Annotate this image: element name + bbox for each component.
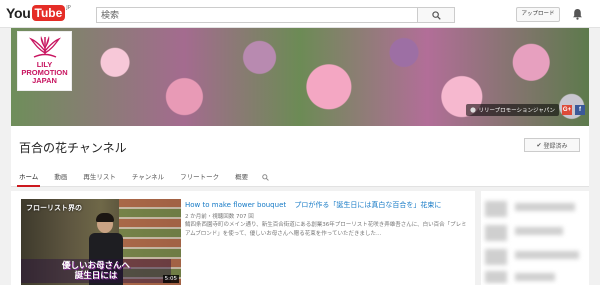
video-thumbnail[interactable]: フローリスト界の 優しいお母さんへ 誕生日には 5:05	[21, 199, 181, 285]
lily-emblem-icon	[28, 36, 61, 58]
video-meta: 2 か月前・視聴回数 707 回	[185, 214, 254, 220]
subscribed-button[interactable]: ✔ 登録済み	[524, 138, 580, 152]
channel-title: 百合の花チャンネル	[19, 141, 127, 155]
channel-logo: LILY PROMOTION JAPAN	[17, 31, 72, 91]
check-icon: ✔	[536, 141, 542, 149]
tab-videos[interactable]: 動画	[46, 167, 75, 187]
video-duration: 5:05	[162, 275, 179, 283]
youtube-logo[interactable]: You Tube JP	[6, 5, 71, 21]
tab-home[interactable]: ホーム	[11, 167, 46, 187]
search-input[interactable]: 検索	[96, 7, 418, 23]
search-icon	[431, 10, 441, 20]
thumbnail-caption-line-2: 誕生日には	[74, 271, 118, 281]
thumbnail-top-text: フローリスト界の	[26, 204, 82, 212]
search-button[interactable]	[417, 7, 455, 23]
channel-search-button[interactable]	[256, 167, 275, 187]
video-description: 鯖四条西園寺町のメイン通り、新生百合街道にある創業36年プローリスト花咲き弄雄吾…	[185, 222, 467, 237]
upload-button[interactable]: アップロード	[516, 7, 560, 22]
video-title-en[interactable]: How to make flower bouquet	[185, 201, 286, 209]
sidebar-blur-thumb	[485, 249, 507, 265]
masthead: You Tube JP 検索 アップロード	[0, 0, 600, 28]
tab-playlists[interactable]: 再生リスト	[75, 167, 124, 187]
facebook-icon[interactable]: f	[575, 105, 585, 115]
video-title-jp[interactable]: プロが作る「誕生日には真白な百合を」花束に	[294, 201, 441, 209]
thumbnail-caption: 優しいお母さんへ 誕生日には	[21, 259, 171, 283]
globe-icon	[470, 107, 477, 113]
website-link-label: リリープロモーションジャパン	[478, 108, 555, 114]
sidebar-blur-thumb	[485, 225, 507, 241]
featured-video-section: フローリスト界の 優しいお母さんへ 誕生日には 5:05 How to make…	[11, 191, 475, 285]
logo-you-text: You	[6, 5, 31, 21]
sidebar-blur-thumb	[485, 201, 507, 217]
bell-icon[interactable]	[572, 8, 583, 20]
logo-tube-text: Tube	[31, 5, 66, 21]
logo-region: JP	[66, 5, 71, 11]
channel-banner: LILY PROMOTION JAPAN リリープロモーションジャパン G+ f	[11, 28, 589, 126]
tab-channels[interactable]: チャンネル	[124, 167, 172, 187]
channel-header: 百合の花チャンネル ✔ 登録済み ホーム 動画 再生リスト チャンネル フリート…	[11, 126, 589, 187]
channel-tabs: ホーム 動画 再生リスト チャンネル フリートーク 概要	[11, 167, 275, 187]
website-link[interactable]: リリープロモーションジャパン	[466, 104, 559, 116]
subscribed-label: 登録済み	[543, 142, 568, 150]
sidebar-blur-thumb	[485, 271, 507, 283]
logo-line-3: JAPAN	[32, 76, 57, 85]
thumbnail-caption-line-1: 優しいお母さんへ	[61, 261, 130, 271]
sidebar-blur-text	[515, 203, 575, 211]
sidebar-blur-text	[515, 227, 563, 235]
tab-discussion[interactable]: フリートーク	[172, 167, 227, 187]
sidebar-blur-text	[515, 273, 555, 281]
sidebar	[481, 191, 589, 285]
sidebar-blur-text	[515, 251, 579, 259]
search-icon	[262, 173, 269, 181]
video-title[interactable]: How to make flower bouquet プロが作る「誕生日には真白…	[185, 200, 470, 210]
banner-links: リリープロモーションジャパン G+ f	[466, 104, 585, 116]
google-plus-icon[interactable]: G+	[562, 105, 572, 115]
tab-about[interactable]: 概要	[227, 167, 256, 187]
